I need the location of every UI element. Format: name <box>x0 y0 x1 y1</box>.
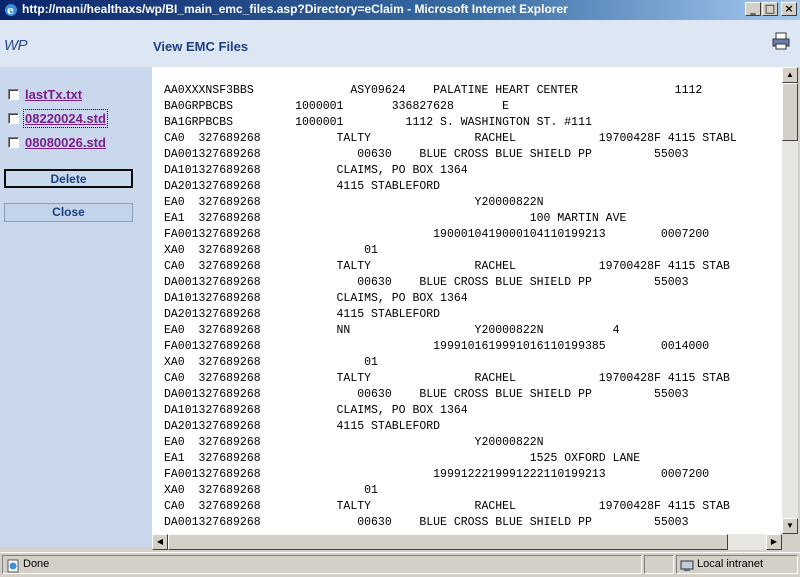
window-title: http://mani/healthaxs/wp/BI_main_emc_fil… <box>22 2 568 16</box>
wp-logo: WP <box>4 37 28 54</box>
page-done-icon <box>7 559 19 573</box>
file-link[interactable]: 08080026.std <box>25 135 106 150</box>
file-link[interactable]: 08220024.std <box>23 109 108 128</box>
scroll-down-button[interactable]: ▼ <box>782 518 798 534</box>
vertical-scrollbar[interactable]: ▲ ▼ <box>782 67 798 534</box>
file-checkbox[interactable] <box>8 89 19 100</box>
scroll-up-button[interactable]: ▲ <box>782 67 798 83</box>
scroll-right-button[interactable]: ▶ <box>766 534 782 550</box>
status-panel: Done <box>2 555 642 574</box>
scroll-left-button[interactable]: ◀ <box>152 534 168 550</box>
zone-panel: Local intranet <box>676 555 798 574</box>
file-content-text: AA0XXXNSF3BBS ASY09624 PALATINE HEART CE… <box>164 84 737 529</box>
status-text: Done <box>23 558 50 570</box>
printer-icon[interactable] <box>771 32 791 50</box>
maximize-button[interactable]: □ <box>762 2 778 16</box>
internet-explorer-icon: e <box>5 4 17 17</box>
file-list-panel: lastTx.txt 08220024.std 08080026.std Del… <box>0 67 152 547</box>
file-checkbox[interactable] <box>8 137 19 148</box>
close-button[interactable]: Close <box>4 203 133 222</box>
horizontal-scroll-thumb[interactable] <box>168 534 728 550</box>
close-window-button[interactable]: × <box>781 2 797 16</box>
horizontal-scrollbar[interactable]: ◀ ▶ <box>152 534 782 550</box>
window-title-bar[interactable]: e http://mani/healthaxs/wp/BI_main_emc_f… <box>0 0 800 20</box>
zone-text: Local intranet <box>697 558 764 570</box>
page-title: View EMC Files <box>153 39 249 54</box>
file-checkbox[interactable] <box>8 113 19 124</box>
status-bar: Done Local intranet <box>0 552 800 577</box>
svg-text:e: e <box>7 4 14 17</box>
minimize-button[interactable]: _ <box>745 2 761 16</box>
vertical-scroll-thumb[interactable] <box>782 83 798 141</box>
scrollbar-corner <box>782 534 798 550</box>
status-panel-empty <box>644 555 674 574</box>
file-link[interactable]: lastTx.txt <box>25 87 82 102</box>
delete-button[interactable]: Delete <box>4 169 133 188</box>
file-content-view[interactable]: AA0XXXNSF3BBS ASY09624 PALATINE HEART CE… <box>152 67 782 534</box>
local-intranet-icon <box>680 560 694 571</box>
page-header: WP View EMC Files <box>0 20 800 67</box>
